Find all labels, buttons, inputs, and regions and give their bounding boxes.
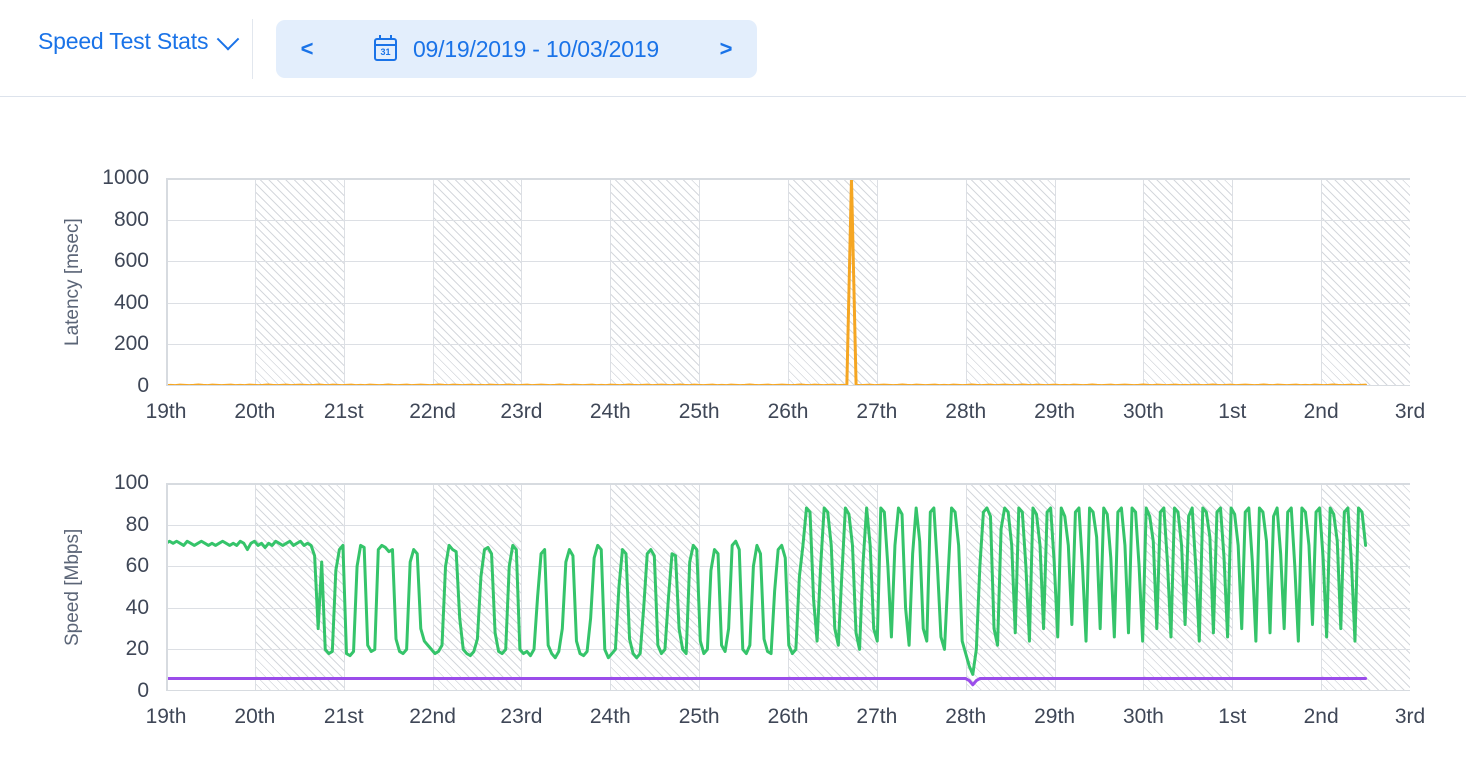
series-latency: [166, 178, 1368, 386]
x-tick-label: 21st: [323, 400, 364, 423]
x-tick-label: 22nd: [409, 400, 456, 423]
x-tick-label: 3rd: [1394, 400, 1426, 423]
speed-plot-top-border: [166, 483, 1410, 485]
x-tick-label: 27th: [856, 705, 898, 728]
y-tick-label: 100: [113, 471, 149, 494]
y-tick-label: 40: [125, 595, 149, 619]
x-tick-label: 23rd: [500, 400, 543, 423]
speed-plot-bottom-border: [166, 689, 1410, 691]
latency-chart: Latency [msec] 0 200 400 600 800 1000 19th 20t…: [0, 150, 1466, 440]
x-tick-label: 19th: [145, 705, 187, 728]
x-tick-label: 22nd: [409, 705, 456, 728]
y-tick-label: 0: [137, 679, 149, 702]
calendar-tabs: [378, 34, 392, 40]
x-tick-label: 2nd: [1303, 400, 1339, 423]
y-tick-label: 800: [113, 207, 149, 231]
x-tick-label: 19th: [145, 400, 187, 423]
x-tick-label: 20th: [234, 400, 276, 423]
x-tick-label: 28th: [945, 400, 987, 423]
speed-plot-area: [166, 483, 1410, 691]
y-tick-label: 80: [125, 512, 149, 536]
next-period-button[interactable]: >: [695, 20, 757, 78]
calendar-icon: 31: [373, 34, 398, 61]
series-download: [166, 506, 1368, 676]
latency-plot-top-border: [166, 178, 1410, 180]
speed-y-axis-title: Speed [Mbps]: [62, 528, 83, 646]
prev-period-button[interactable]: <: [276, 20, 338, 78]
x-tick-label: 20th: [234, 705, 276, 728]
x-tick-label: 23rd: [500, 705, 543, 728]
y-tick-label: 1000: [102, 166, 149, 189]
x-tick-label: 30th: [1122, 400, 1164, 423]
x-tick-label: 24th: [589, 705, 631, 728]
x-tick-label: 1st: [1218, 400, 1247, 423]
header-divider: [252, 19, 253, 79]
x-tick-label: 29th: [1034, 705, 1075, 728]
x-tick-label: 25th: [678, 400, 720, 423]
y-tick-label: 600: [113, 249, 149, 273]
x-tick-label: 26th: [767, 705, 809, 728]
y-tick-label: 20: [125, 637, 149, 661]
date-range-label: 09/19/2019 - 10/03/2019: [412, 35, 660, 62]
latency-y-axis-title: Latency [msec]: [62, 218, 83, 346]
speed-test-stats-page: Speed Test Stats < 31 09/19/2019 - 10/03…: [0, 0, 1466, 784]
x-tick-label: 21st: [323, 705, 364, 728]
x-tick-label: 25th: [678, 705, 720, 728]
y-tick-label: 0: [137, 374, 149, 397]
x-tick-label: 1st: [1218, 705, 1247, 728]
x-tick-label: 3rd: [1394, 705, 1426, 728]
y-tick-label: 60: [125, 554, 149, 578]
latency-line-series: [166, 178, 1368, 386]
date-range-display[interactable]: 31 09/19/2019 - 10/03/2019: [338, 34, 695, 63]
speed-line-series: [166, 506, 1368, 687]
chevron-down-icon: [216, 27, 240, 50]
y-tick-label: 200: [113, 332, 149, 356]
x-tick-label: 28th: [945, 705, 987, 728]
calendar-day-label: 31: [379, 47, 392, 57]
latency-plot-bottom-border: [166, 384, 1410, 386]
y-tick-label: 400: [113, 290, 149, 314]
speed-plot-left-border: [166, 483, 168, 691]
stats-menu-dropdown[interactable]: Speed Test Stats: [38, 27, 240, 55]
x-tick-label: 26th: [767, 400, 809, 423]
x-tick-label: 29th: [1034, 400, 1075, 423]
x-tick-label: 24th: [589, 400, 631, 423]
x-tick-label: 30th: [1122, 705, 1164, 728]
x-tick-label: 27th: [856, 400, 898, 423]
page-header: Speed Test Stats < 31 09/19/2019 - 10/03…: [0, 0, 1466, 97]
stats-menu-label: Speed Test Stats: [38, 28, 209, 54]
date-range-picker[interactable]: < 31 09/19/2019 - 10/03/2019 >: [276, 20, 757, 78]
series-upload: [166, 677, 1368, 687]
latency-plot-area: [166, 178, 1410, 386]
x-tick-label: 2nd: [1303, 705, 1339, 728]
latency-plot-left-border: [166, 178, 168, 386]
speed-chart: Speed [Mbps] 0 20 40 60 80 100 19th 20th 21st 22…: [0, 455, 1466, 745]
